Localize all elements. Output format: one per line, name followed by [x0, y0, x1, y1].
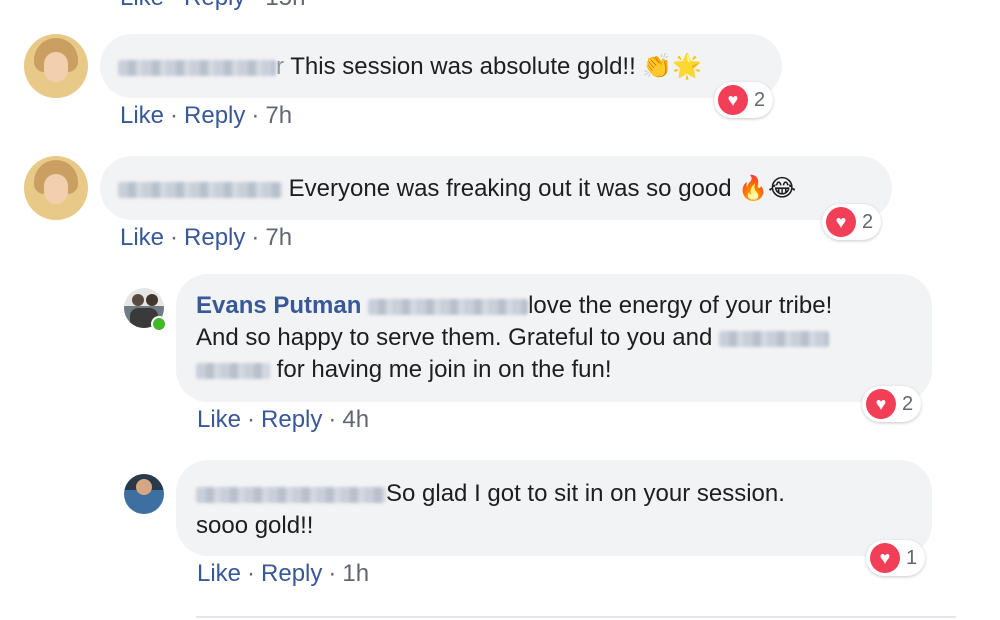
- like-link[interactable]: Like: [120, 102, 164, 129]
- reply-input-edge: [196, 616, 956, 618]
- online-indicator-icon: [151, 316, 167, 332]
- reaction-count: 2: [902, 392, 914, 415]
- heart-icon: ♥: [718, 85, 748, 115]
- blurred-author-name[interactable]: [196, 486, 386, 503]
- timestamp: 7h: [265, 224, 293, 251]
- reply-link[interactable]: Reply: [184, 224, 245, 251]
- comment-bubble: Everyone was freaking out it was so good…: [100, 156, 892, 220]
- reaction-summary[interactable]: ♥ 2: [714, 82, 774, 118]
- reply-actions: Like · Reply · 1h: [197, 560, 370, 587]
- reply-link[interactable]: Reply: [261, 406, 322, 433]
- reaction-summary[interactable]: ♥ 2: [822, 204, 882, 240]
- author-name-tail[interactable]: r: [276, 53, 284, 80]
- like-link[interactable]: Like: [197, 560, 241, 587]
- avatar[interactable]: [24, 34, 88, 98]
- reply-link[interactable]: Reply: [184, 0, 245, 11]
- like-link[interactable]: Like: [120, 0, 164, 11]
- reply-text-line2: sooo gold!!: [196, 512, 314, 539]
- comment-text: This session was absolute gold!!: [290, 53, 636, 80]
- heart-icon: ♥: [826, 207, 856, 237]
- reply-actions: Like · Reply · 4h: [197, 406, 370, 433]
- reply-text-line3: for having me join in on the fun!: [276, 356, 612, 383]
- timestamp: 4h: [342, 406, 370, 433]
- avatar[interactable]: [124, 474, 164, 514]
- timestamp: 1h: [342, 560, 370, 587]
- fire-laugh-emoji: 🔥😂: [738, 174, 797, 202]
- comment-bubble: r This session was absolute gold!! 👏🌟: [100, 34, 782, 98]
- blurred-mention[interactable]: [718, 330, 829, 347]
- reaction-summary[interactable]: ♥ 2: [862, 386, 922, 422]
- heart-icon: ♥: [870, 543, 900, 573]
- timestamp: 15h: [265, 0, 305, 11]
- comment-text: Everyone was freaking out it was so good: [288, 175, 732, 202]
- comment-actions: Like · Reply · 7h: [120, 102, 293, 129]
- timestamp: 7h: [265, 102, 293, 129]
- clap-star-emoji: 👏🌟: [642, 52, 703, 80]
- reaction-count: 2: [862, 210, 874, 233]
- reaction-count: 1: [906, 546, 918, 569]
- avatar[interactable]: [24, 156, 88, 220]
- reply-link[interactable]: Reply: [261, 560, 322, 587]
- reply-text-line2: And so happy to serve them. Grateful to …: [196, 324, 713, 351]
- heart-icon: ♥: [866, 389, 896, 419]
- comment-actions: Like · Reply · 7h: [120, 224, 293, 251]
- reaction-summary[interactable]: ♥ 1: [866, 540, 926, 576]
- reaction-count: 2: [754, 88, 766, 111]
- reply-text-line1: love the energy of your tribe!: [528, 292, 833, 319]
- blurred-author-name[interactable]: [118, 59, 276, 76]
- blurred-author-name[interactable]: [118, 181, 282, 198]
- top-partial-actions: Like·Reply·15h: [120, 0, 305, 12]
- author-name[interactable]: Evans Putman: [196, 292, 361, 319]
- reply-link[interactable]: Reply: [184, 102, 245, 129]
- blurred-mention[interactable]: [196, 362, 270, 379]
- blurred-mention[interactable]: [368, 298, 529, 315]
- reply-text-line1: So glad I got to sit in on your session.: [386, 480, 785, 507]
- reply-bubble: Evans Putman love the energy of your tri…: [176, 274, 932, 402]
- like-link[interactable]: Like: [120, 224, 164, 251]
- reply-bubble: So glad I got to sit in on your session.…: [176, 460, 932, 556]
- like-link[interactable]: Like: [197, 406, 241, 433]
